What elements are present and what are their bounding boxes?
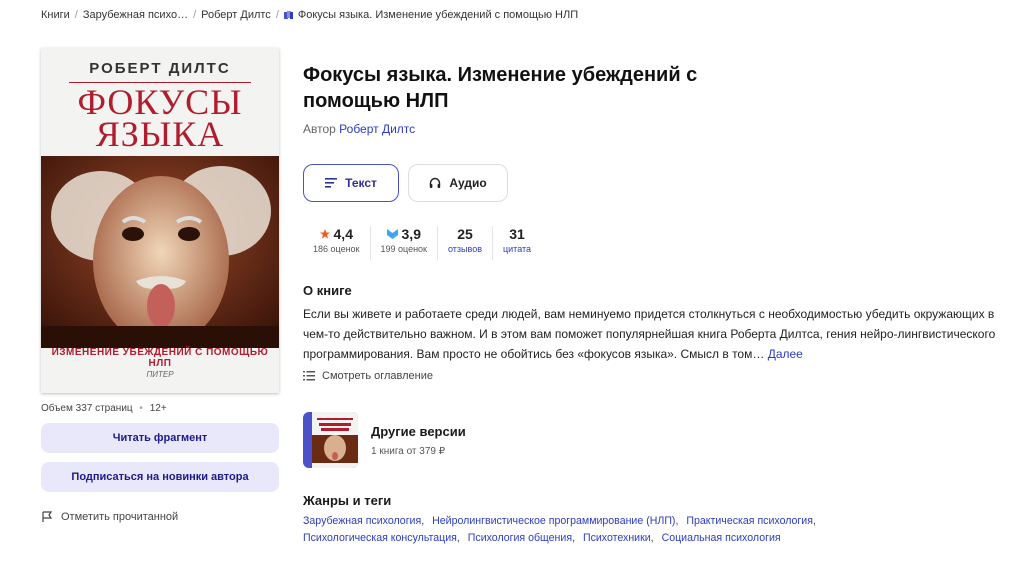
genre-tag[interactable]: Нейролингвистическое программирование (Н… bbox=[432, 515, 675, 527]
rating-stats: 4,4 186 оценок 3,9 199 оценок 25 отзывов… bbox=[303, 226, 541, 260]
toc-label: Смотреть оглавление bbox=[322, 370, 434, 382]
cover-author: РОБЕРТ ДИЛТС bbox=[89, 60, 231, 77]
stat-label[interactable]: отзывов bbox=[448, 244, 482, 254]
age-rating: 12+ bbox=[149, 403, 167, 414]
toc-button[interactable]: Смотреть оглавление bbox=[303, 370, 433, 382]
genre-tag[interactable]: Психотехники bbox=[583, 532, 651, 544]
read-fragment-button[interactable]: Читать фрагмент bbox=[41, 423, 279, 453]
headphones-icon bbox=[430, 177, 441, 188]
other-version-cover-image bbox=[312, 412, 358, 468]
breadcrumb-author[interactable]: Роберт Дилтс bbox=[201, 9, 271, 21]
format-audio-button[interactable]: Аудио bbox=[408, 164, 508, 202]
format-text-button[interactable]: Текст bbox=[303, 164, 399, 202]
breadcrumb-genre[interactable]: Зарубежная психо… bbox=[83, 9, 188, 21]
genre-tag[interactable]: Психологическая консультация bbox=[303, 532, 457, 544]
format-text-label: Текст bbox=[345, 176, 377, 190]
cover-publisher: ПИТЕР bbox=[146, 370, 174, 379]
page-count: Объем 337 страниц bbox=[41, 403, 133, 414]
book-cover[interactable]: РОБЕРТ ДИЛТС ФОКУСЫ ЯЗЫКА ИЗМЕНЕНИЕ УБЕЖ… bbox=[41, 48, 279, 393]
author-prefix: Автор bbox=[303, 122, 336, 136]
breadcrumb-separator: / bbox=[74, 9, 78, 21]
author-line: Автор Роберт Дилтс bbox=[303, 122, 415, 136]
about-heading: О книге bbox=[303, 283, 352, 298]
star-icon bbox=[319, 229, 330, 239]
other-versions-title[interactable]: Другие версии bbox=[371, 424, 466, 439]
flag-icon bbox=[42, 511, 53, 522]
stat-label: 199 оценок bbox=[380, 244, 428, 254]
cover-title-line2: ЯЗЫКА bbox=[95, 114, 225, 154]
genre-tag[interactable]: Социальная психология bbox=[662, 532, 781, 544]
cover-subtitle: ИЗМЕНЕНИЕ УБЕЖДЕНИЙ С ПОМОЩЬЮ НЛП bbox=[51, 347, 269, 369]
about-text: Если вы живете и работаете среди людей, … bbox=[303, 307, 996, 361]
mark-read-button[interactable]: Отметить прочитанной bbox=[41, 511, 178, 523]
stat-quotes[interactable]: 31 цитата bbox=[493, 226, 541, 260]
about-text-block: Если вы живете и работаете среди людей, … bbox=[303, 304, 1003, 364]
genres-tags: Зарубежная психология, Нейролингвистичес… bbox=[303, 515, 816, 544]
genre-tag[interactable]: Зарубежная психология bbox=[303, 515, 421, 527]
breadcrumb-current: Фокусы языка. Изменение убеждений с помо… bbox=[297, 9, 579, 21]
format-audio-label: Аудио bbox=[449, 176, 487, 190]
text-lines-icon bbox=[325, 178, 338, 188]
breadcrumb-books[interactable]: Книги bbox=[41, 9, 70, 21]
mini-cover-image bbox=[312, 418, 358, 463]
genre-tag[interactable]: Психология общения bbox=[468, 532, 572, 544]
book-meta: Объем 337 страниц • 12+ bbox=[41, 403, 167, 414]
stat-bookmate-rating[interactable]: 3,9 199 оценок bbox=[371, 226, 438, 260]
stat-label[interactable]: цитата bbox=[503, 244, 531, 254]
genres-heading: Жанры и теги bbox=[303, 493, 392, 508]
stat-value: 25 bbox=[457, 226, 473, 242]
book-icon bbox=[283, 11, 293, 19]
breadcrumb-separator: / bbox=[275, 9, 279, 21]
genre-tag[interactable]: Практическая психология bbox=[686, 515, 813, 527]
stat-value: 4,4 bbox=[333, 226, 353, 242]
author-link[interactable]: Роберт Дилтс bbox=[339, 122, 415, 136]
stat-value: 31 bbox=[509, 226, 525, 242]
other-version-cover[interactable] bbox=[303, 412, 358, 468]
mark-read-label: Отметить прочитанной bbox=[61, 511, 179, 523]
subscribe-author-button[interactable]: Подписаться на новинки автора bbox=[41, 462, 279, 492]
meta-dot: • bbox=[139, 403, 143, 414]
list-icon bbox=[303, 371, 315, 381]
breadcrumb: Книги / Зарубежная психо… / Роберт Дилтс… bbox=[41, 9, 578, 21]
stat-label: 186 оценок bbox=[313, 244, 360, 254]
breadcrumb-separator: / bbox=[193, 9, 197, 21]
stat-litres-rating[interactable]: 4,4 186 оценок bbox=[303, 226, 371, 260]
stat-reviews[interactable]: 25 отзывов bbox=[438, 226, 493, 260]
bookmate-icon bbox=[386, 229, 398, 239]
stat-value: 3,9 bbox=[401, 226, 421, 242]
about-more-link[interactable]: Далее bbox=[768, 347, 803, 361]
book-title: Фокусы языка. Изменение убеждений с помо… bbox=[303, 64, 698, 112]
other-versions-subtitle: 1 книга от 379 ₽ bbox=[371, 446, 446, 457]
cover-portrait-image bbox=[41, 156, 279, 348]
cover-title: ФОКУСЫ ЯЗЫКА bbox=[41, 84, 279, 154]
